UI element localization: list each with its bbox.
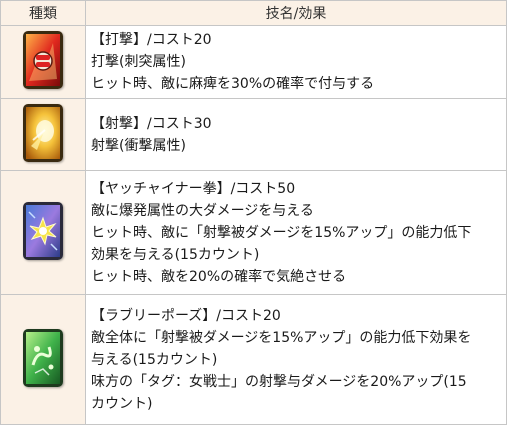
skill-line: ヒット時、敵に麻痺を30%の確率で付与する: [91, 76, 375, 92]
header-effect: 技名/効果: [85, 0, 507, 26]
skill-icon-cell: [0, 294, 86, 425]
skill-description: 【射撃】/コスト30 射撃(衝撃属性): [85, 98, 507, 171]
skill-line: 【ラブリーポーズ】/コスト20: [91, 307, 281, 324]
skill-line: 【射撃】/コスト30: [91, 115, 212, 132]
pose-icon: [23, 328, 63, 387]
header-type: 種類: [0, 0, 86, 26]
skill-table: 種類 技名/効果 【打撃】/コスト20 打撃(刺突属性) ヒット時、敵に麻痺を3…: [0, 0, 507, 425]
table-row: 【ヤッチャイナー拳】/コスト50 敵に爆発属性の大ダメージを与える ヒット時、敵…: [0, 170, 507, 295]
skill-line: ヒット時、敵を20%の確率で気絶させる: [91, 268, 347, 285]
skill-line: 敵全体に「射撃被ダメージを15%アップ」の能力低下効果を: [91, 329, 472, 346]
skill-line: 敵に爆発属性の大ダメージを与える: [91, 202, 314, 219]
skill-line: ヒット時、敵に「射撃被ダメージを15%アップ」の能力低下: [91, 224, 472, 241]
skill-description: 【打撃】/コスト20 打撃(刺突属性) ヒット時、敵に麻痺を30%の確率で付与す…: [85, 25, 507, 99]
burst-icon: [23, 201, 63, 260]
skill-line: 射撃(衝撃属性): [91, 137, 186, 154]
skill-line: 【ヤッチャイナー拳】/コスト50: [91, 180, 296, 197]
table-header-row: 種類 技名/効果: [0, 0, 507, 26]
table-row: 【射撃】/コスト30 射撃(衝撃属性): [0, 98, 507, 171]
skill-line: 【打撃】/コスト20: [91, 32, 212, 48]
skill-line: 味方の「タグ：女戦士」の射撃与ダメージを20%アップ(15: [91, 373, 467, 390]
shot-icon: [23, 103, 63, 162]
skill-line: 与える(15カウント): [91, 351, 218, 368]
skill-icon-cell: [0, 170, 86, 295]
skill-line: 打撃(刺突属性): [91, 54, 186, 70]
table-row: 【ラブリーポーズ】/コスト20 敵全体に「射撃被ダメージを15%アップ」の能力低…: [0, 294, 507, 425]
table-row: 【打撃】/コスト20 打撃(刺突属性) ヒット時、敵に麻痺を30%の確率で付与す…: [0, 25, 507, 99]
skill-description: 【ヤッチャイナー拳】/コスト50 敵に爆発属性の大ダメージを与える ヒット時、敵…: [85, 170, 507, 295]
fist-icon: [23, 31, 63, 89]
skill-description: 【ラブリーポーズ】/コスト20 敵全体に「射撃被ダメージを15%アップ」の能力低…: [85, 294, 507, 425]
skill-icon-cell: [0, 98, 86, 171]
skill-icon-cell: [0, 25, 86, 99]
skill-line: カウント): [91, 395, 153, 412]
skill-line: 効果を与える(15カウント): [91, 246, 260, 263]
